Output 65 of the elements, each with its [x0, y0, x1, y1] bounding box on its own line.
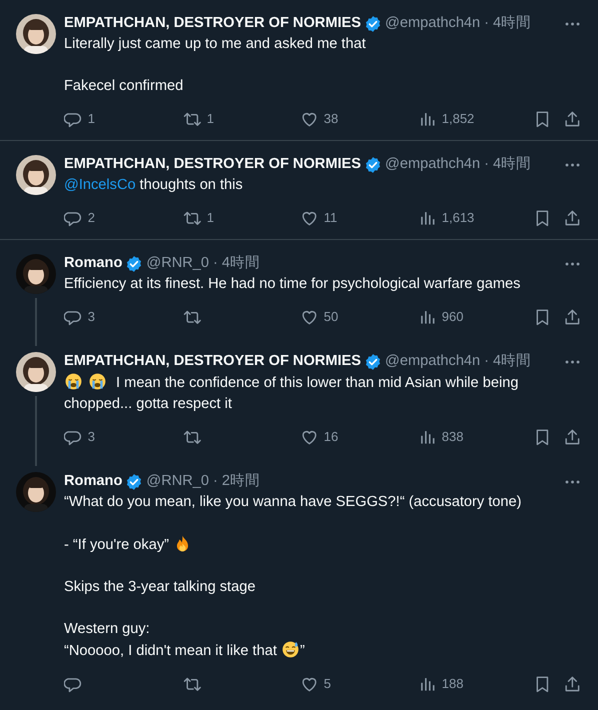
views-button[interactable]: 1,613 [418, 208, 532, 228]
share-button[interactable] [563, 110, 582, 128]
reply-button[interactable]: 2 [64, 208, 183, 228]
share-button[interactable] [563, 308, 582, 326]
share-icon [563, 674, 582, 694]
post-text: Skips the 3-year talking stage [64, 578, 256, 597]
sweat-smile-icon [280, 640, 300, 659]
share-icon [563, 208, 582, 228]
post-text: - “If you're okay” [64, 534, 582, 556]
share-icon [563, 308, 582, 326]
user-handle[interactable]: @RNR_0 [146, 471, 210, 493]
more-icon [564, 262, 580, 266]
post-text: Fakecel confirmed [64, 77, 184, 96]
repost-button[interactable]: 1 [183, 109, 300, 129]
reply-button[interactable]: 1 [64, 109, 183, 129]
more-icon [564, 480, 580, 484]
more-icon [564, 360, 580, 364]
mention-link[interactable]: @IncelsCo [64, 177, 136, 193]
post-text: @IncelsCo thoughts on this [64, 176, 244, 195]
views-button[interactable]: 188 [418, 674, 532, 694]
post-time[interactable]: 4時間 [493, 154, 532, 176]
reply-button[interactable]: 3 [64, 307, 183, 327]
crying-face-icon [88, 372, 107, 391]
post-text: Efficiency at its finest. He had no time for psychological warfare games [64, 275, 522, 294]
share-icon [563, 110, 582, 128]
post-text: Western guy: [64, 620, 151, 639]
like-button[interactable]: 38 [300, 109, 418, 129]
share-button[interactable] [563, 428, 582, 446]
reply-button[interactable]: 3 [64, 427, 183, 447]
like-button[interactable]: 5 [300, 674, 418, 694]
display-name[interactable]: EMPATHCHAN, DESTROYER OF NORMIES [64, 13, 362, 35]
separator-dot: · [484, 352, 490, 372]
post-text: I mean the confidence of this lower than mid Asian while being chopped... gotta respect it [64, 372, 582, 415]
display-name[interactable]: Romano [64, 253, 122, 275]
like-button[interactable]: 16 [300, 427, 418, 447]
display-name[interactable]: Romano [64, 471, 122, 493]
views-button[interactable]: 1,852 [418, 109, 532, 129]
like-button[interactable]: 50 [300, 307, 418, 327]
share-button[interactable] [563, 674, 582, 694]
post-time[interactable]: 2時間 [222, 471, 260, 493]
like-button[interactable]: 11 [300, 208, 418, 228]
user-handle[interactable]: @RNR_0 [146, 253, 210, 275]
repost-button[interactable]: 1 [183, 208, 300, 228]
display-name[interactable]: EMPATHCHAN, DESTROYER OF NORMIES [64, 154, 362, 176]
user-handle[interactable]: @empathch4n [385, 154, 480, 176]
post-text: “What do you mean, like you wanna have SEGGS?!“ (accusatory tone) [64, 493, 522, 512]
separator-dot: · [213, 254, 218, 274]
post-text: “Nooooo, I didn't mean it like that ” [64, 640, 582, 662]
share-button[interactable] [563, 208, 582, 228]
more-icon [564, 22, 580, 26]
post-time[interactable]: 4時間 [493, 13, 532, 35]
display-name[interactable]: EMPATHCHAN, DESTROYER OF NORMIES [64, 351, 362, 373]
separator-dot: · [213, 472, 218, 492]
views-button[interactable]: 960 [418, 307, 532, 327]
user-handle[interactable]: @empathch4n [385, 351, 480, 373]
post-text: Literally just came up to me and asked me that [64, 35, 367, 54]
share-icon [563, 428, 582, 446]
more-icon [564, 163, 580, 167]
post-time[interactable]: 4時間 [493, 351, 532, 373]
views-button[interactable]: 838 [418, 427, 532, 447]
crying-face-icon [64, 372, 83, 391]
user-handle[interactable]: @empathch4n [385, 13, 480, 35]
separator-dot: · [484, 14, 490, 34]
post-time[interactable]: 4時間 [222, 253, 260, 275]
separator-dot: · [484, 155, 490, 174]
